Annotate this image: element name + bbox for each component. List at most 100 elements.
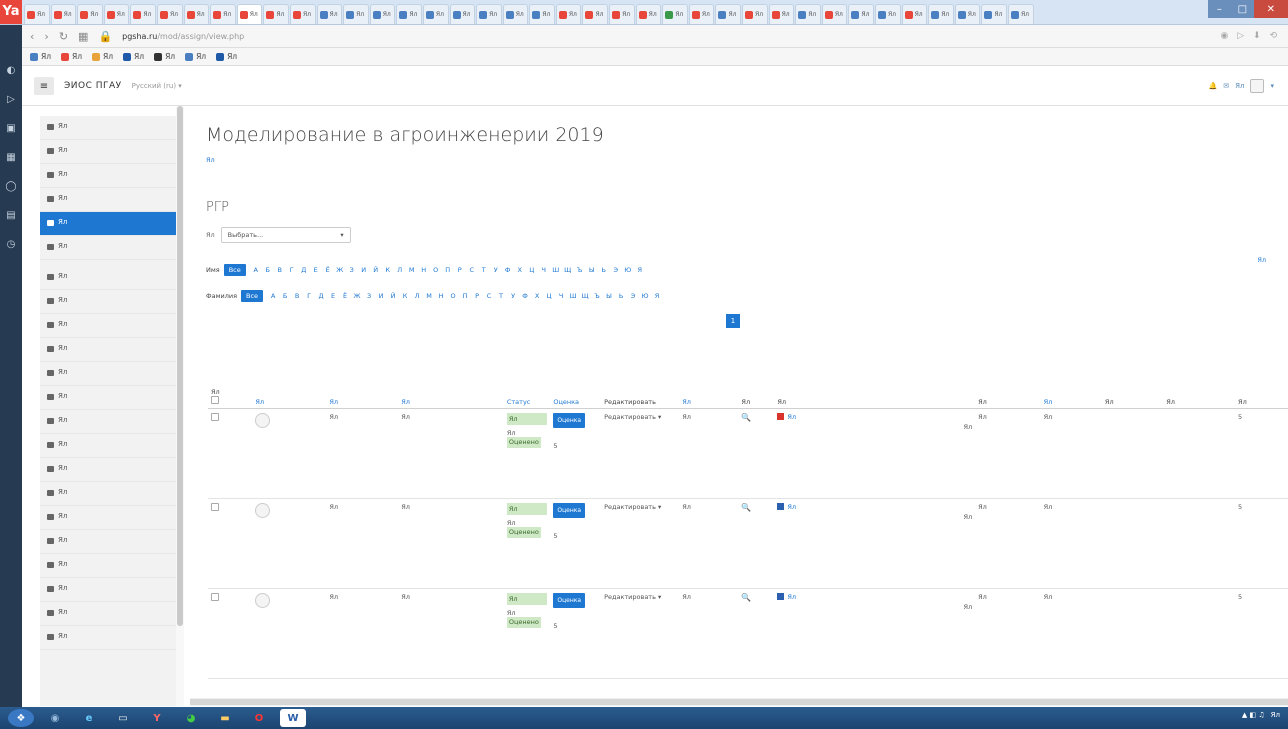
bookmark-item[interactable]: Ял xyxy=(123,52,144,61)
sidebar-item[interactable]: Ял xyxy=(40,410,176,434)
messages-icon[interactable]: ✉ xyxy=(1223,82,1229,90)
forward-icon[interactable]: › xyxy=(44,30,48,43)
initial-letter[interactable]: Т xyxy=(478,266,490,274)
reset-table-preferences-link[interactable]: Ял xyxy=(1257,256,1266,264)
browser-tab[interactable]: Ял xyxy=(476,4,502,24)
browser-tab[interactable]: Ял xyxy=(289,4,316,24)
col-name[interactable]: Ял xyxy=(326,344,399,409)
user-avatar[interactable] xyxy=(255,592,271,608)
reload-icon[interactable]: ↻ xyxy=(59,30,68,43)
chrome-icon[interactable]: ◕ xyxy=(178,709,204,727)
bookmark-item[interactable]: Ял xyxy=(30,52,51,61)
opera-icon[interactable]: O xyxy=(246,709,272,727)
initial-letter[interactable]: Н xyxy=(435,292,447,300)
browser-tab[interactable]: Ял xyxy=(662,4,688,24)
initial-letter[interactable]: Ч xyxy=(555,292,567,300)
browser-tab[interactable]: Ял xyxy=(316,4,343,24)
grading-action-select[interactable]: Выбрать... ▾ xyxy=(220,227,351,243)
browser-tab[interactable]: Ял xyxy=(103,4,130,24)
browser-tab[interactable]: Ял xyxy=(449,4,476,24)
initial-letter[interactable]: Ю xyxy=(622,266,634,274)
initial-letter[interactable]: Д xyxy=(315,292,327,300)
initial-letter[interactable]: Е xyxy=(310,266,322,274)
initial-letter[interactable]: Р xyxy=(454,266,466,274)
bookmark-item[interactable]: Ял xyxy=(154,52,175,61)
language-menu[interactable]: Русский (ru) ▾ xyxy=(132,82,182,90)
row-checkbox[interactable] xyxy=(211,502,219,511)
browser-tab[interactable]: Ял xyxy=(875,4,901,24)
initial-all-button[interactable]: Все xyxy=(241,290,264,302)
browser-tab[interactable]: Ял xyxy=(369,4,396,24)
col-select[interactable]: Ял xyxy=(208,344,253,409)
browser-tab[interactable]: Ял xyxy=(635,4,662,24)
initial-letter[interactable]: В xyxy=(274,266,286,274)
initial-letter[interactable]: М xyxy=(423,292,435,300)
preview-icon[interactable]: 🔍 xyxy=(741,593,751,602)
address-bar-icons[interactable]: ◉ ▷ ⬇ ⟲ xyxy=(1221,31,1280,41)
initial-letter[interactable]: Й xyxy=(370,266,382,274)
browser-tab[interactable]: Ял xyxy=(981,4,1007,24)
comments-link[interactable]: Ял xyxy=(975,408,1041,499)
initial-letter[interactable]: Ы xyxy=(586,266,598,274)
initial-letter[interactable]: Ы xyxy=(603,292,615,300)
hamburger-icon[interactable]: ≡ xyxy=(34,77,54,95)
sidebar-item[interactable]: Ял xyxy=(40,314,176,338)
initial-letter[interactable]: Д xyxy=(298,266,310,274)
initial-letter[interactable]: Ё xyxy=(339,292,351,300)
initial-letter[interactable]: Р xyxy=(471,292,483,300)
edit-menu[interactable]: Редактировать ▾ xyxy=(601,408,680,499)
sidebar-item[interactable]: Ял xyxy=(40,578,176,602)
browser-tab[interactable]: Ял xyxy=(555,4,582,24)
col-lastgrade[interactable]: Ял xyxy=(1040,344,1102,409)
grade-button[interactable]: Оценка xyxy=(553,412,586,428)
col-lastmod[interactable]: Ял xyxy=(679,344,739,409)
browser-tab[interactable]: Ял xyxy=(236,4,263,24)
preview-icon[interactable]: 🔍 xyxy=(741,413,751,422)
browser-tab[interactable]: Ял xyxy=(609,4,635,24)
comments-link[interactable]: Ял xyxy=(975,588,1041,679)
browser-tab[interactable]: Ял xyxy=(901,4,928,24)
initial-letter[interactable]: Ь xyxy=(598,266,610,274)
initial-letter[interactable]: К xyxy=(399,292,411,300)
horizontal-scrollbar[interactable] xyxy=(190,698,1288,706)
yandex-icon[interactable]: Y xyxy=(144,709,170,727)
initial-letter[interactable]: Г xyxy=(286,266,298,274)
initial-letter[interactable]: Щ xyxy=(562,266,574,274)
initial-letter[interactable]: Ё xyxy=(322,266,334,274)
initial-letter[interactable]: Н xyxy=(418,266,430,274)
sidebar-item[interactable]: Ял xyxy=(40,236,176,260)
initial-letter[interactable]: Б xyxy=(279,292,291,300)
browser-tab[interactable]: Ял xyxy=(502,4,529,24)
initial-letter[interactable]: Г xyxy=(303,292,315,300)
media-icon[interactable]: ◉ xyxy=(42,709,68,727)
initial-letter[interactable]: Ю xyxy=(639,292,651,300)
user-avatar[interactable] xyxy=(255,412,271,428)
browser-tab[interactable]: Ял xyxy=(422,4,449,24)
initial-letter[interactable]: М xyxy=(406,266,418,274)
sidebar-item[interactable]: Ял xyxy=(40,164,176,188)
initial-letter[interactable]: Э xyxy=(610,266,622,274)
initial-letter[interactable]: Ш xyxy=(567,292,579,300)
browser-tab[interactable]: Ял xyxy=(183,4,210,24)
sidebar-scrollbar[interactable] xyxy=(176,106,184,706)
sidebar-item[interactable]: Ял xyxy=(40,116,176,140)
site-name[interactable]: ЭИОС ПГАУ xyxy=(64,81,122,91)
initial-letter[interactable]: Х xyxy=(531,292,543,300)
col-status[interactable]: Статус xyxy=(503,344,551,409)
initial-letter[interactable]: У xyxy=(507,292,519,300)
user-avatar[interactable] xyxy=(255,502,271,518)
sidebar-item[interactable]: Ял xyxy=(40,290,176,314)
browser-tab[interactable]: Ял xyxy=(529,4,555,24)
initial-letter[interactable]: А xyxy=(250,266,262,274)
submitted-file-link[interactable]: Ял xyxy=(787,503,796,511)
browser-tab[interactable]: Ял xyxy=(928,4,954,24)
initial-letter[interactable]: С xyxy=(466,266,478,274)
browser-tab[interactable]: Ял xyxy=(954,4,981,24)
initial-letter[interactable]: Л xyxy=(411,292,423,300)
initial-letter[interactable]: Х xyxy=(514,266,526,274)
comments-link[interactable]: Ял xyxy=(975,498,1041,589)
grade-button[interactable]: Оценка xyxy=(553,502,586,518)
initial-letter[interactable]: Я xyxy=(634,266,646,274)
initial-letter[interactable]: Ч xyxy=(538,266,550,274)
menu-grid-icon[interactable]: ▦ xyxy=(78,30,88,43)
